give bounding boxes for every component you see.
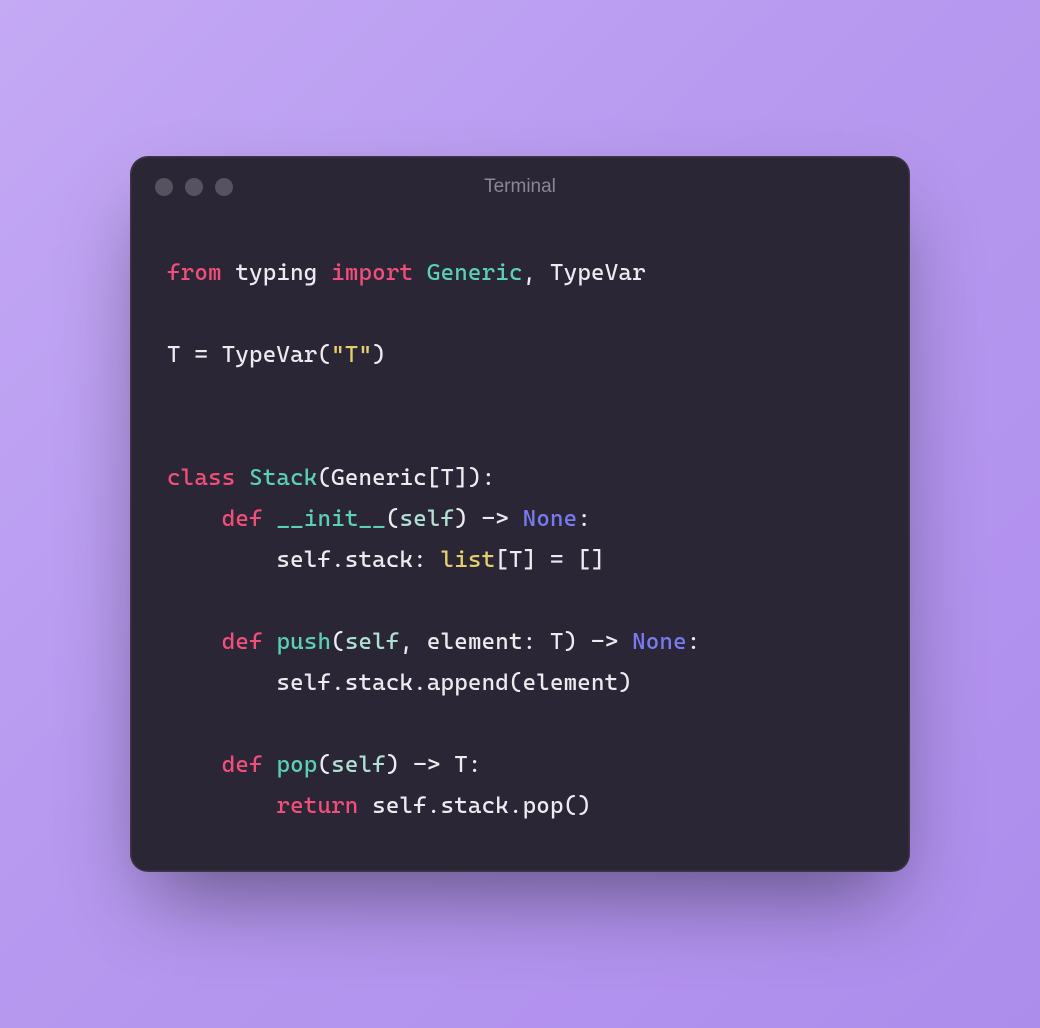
code-text: [T] = [] xyxy=(495,547,604,573)
code-text: self.stack.pop() xyxy=(372,793,591,819)
titlebar: Terminal xyxy=(131,157,909,217)
code-text: ( xyxy=(317,752,331,778)
indent xyxy=(167,670,276,696)
string-literal: "T" xyxy=(331,342,372,368)
text xyxy=(358,793,372,819)
code-text: ) -> xyxy=(454,506,522,532)
function-name: push xyxy=(276,629,331,655)
code-text: self.stack.append(element) xyxy=(276,670,632,696)
type-none: None xyxy=(632,629,687,655)
class-name: Stack xyxy=(249,465,317,491)
keyword-import: import xyxy=(331,260,413,286)
maximize-icon[interactable] xyxy=(215,178,233,196)
param-self: self xyxy=(400,506,455,532)
import-name: Generic xyxy=(427,260,523,286)
traffic-lights xyxy=(155,178,233,196)
keyword-from: from xyxy=(167,260,222,286)
code-text: ( xyxy=(386,506,400,532)
window-title: Terminal xyxy=(131,176,909,198)
indent xyxy=(167,793,276,819)
code-text: ( xyxy=(331,629,345,655)
code-text: ) xyxy=(372,342,386,368)
param-self: self xyxy=(345,629,400,655)
close-icon[interactable] xyxy=(155,178,173,196)
code-text: : xyxy=(687,629,701,655)
type-none: None xyxy=(523,506,578,532)
module-name: typing xyxy=(235,260,317,286)
function-name: pop xyxy=(276,752,317,778)
param-self: self xyxy=(331,752,386,778)
keyword-def: def xyxy=(222,506,263,532)
text: , xyxy=(523,260,550,286)
code-text: (Generic[T]): xyxy=(317,465,495,491)
text xyxy=(263,752,277,778)
terminal-window: Terminal from typing import Generic, Typ… xyxy=(130,156,910,871)
keyword-return: return xyxy=(276,793,358,819)
keyword-def: def xyxy=(222,752,263,778)
code-area[interactable]: from typing import Generic, TypeVar T = … xyxy=(131,217,909,870)
code-text: ) -> T: xyxy=(386,752,482,778)
indent xyxy=(167,506,222,532)
type-list: list xyxy=(441,547,496,573)
keyword-class: class xyxy=(167,465,235,491)
indent xyxy=(167,547,276,573)
minimize-icon[interactable] xyxy=(185,178,203,196)
code-text: : xyxy=(577,506,591,532)
code-text: , element: T) -> xyxy=(400,629,633,655)
indent xyxy=(167,629,222,655)
text xyxy=(263,629,277,655)
keyword-def: def xyxy=(222,629,263,655)
import-name: TypeVar xyxy=(550,260,646,286)
function-name: __init__ xyxy=(276,506,385,532)
code-text: self.stack: xyxy=(276,547,440,573)
indent xyxy=(167,752,222,778)
code-text: T = TypeVar( xyxy=(167,342,331,368)
text xyxy=(263,506,277,532)
text xyxy=(235,465,249,491)
